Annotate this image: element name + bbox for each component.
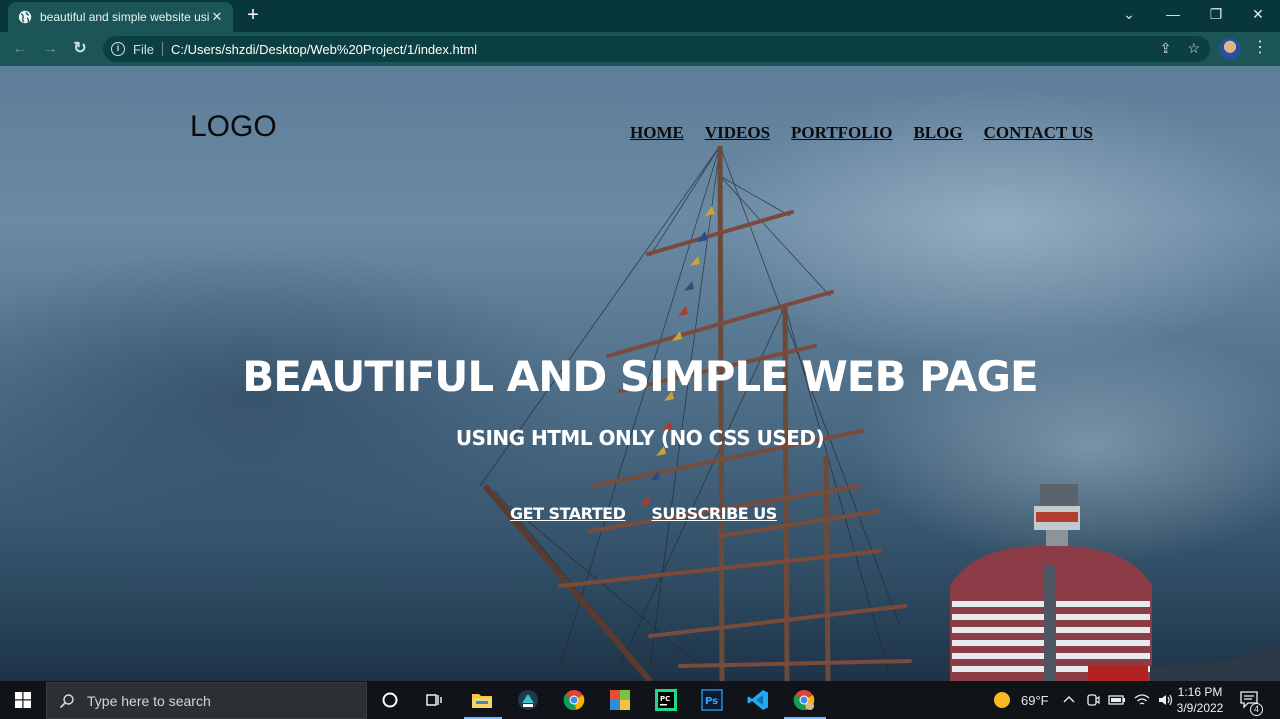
close-window-button[interactable]: ✕ <box>1236 0 1280 30</box>
sun-icon <box>994 692 1010 708</box>
photoshop-icon[interactable]: Ps <box>698 686 726 714</box>
search-placeholder: Type here to search <box>87 692 211 709</box>
taskbar-search-box[interactable]: Type here to search <box>46 682 367 719</box>
chrome-active-icon[interactable] <box>790 686 818 714</box>
tab-close-icon[interactable]: ✕ <box>209 9 225 25</box>
clock-time: 1:16 PM <box>1177 685 1223 699</box>
taskbar-clock[interactable]: 1:16 PM 3/9/2022 <box>1172 684 1228 716</box>
windows-logo-icon <box>14 692 31 708</box>
cortana-icon[interactable] <box>376 686 404 714</box>
hero-heading: BEAUTIFUL AND SIMPLE WEB PAGE <box>242 352 1038 401</box>
subscribe-link[interactable]: SUBSCRIBE US <box>651 504 777 523</box>
hero-subheading: USING HTML ONLY (NO CSS USED) <box>455 426 825 450</box>
chrome-icon[interactable] <box>560 686 588 714</box>
scheme-label: File <box>133 41 154 57</box>
globe-icon <box>18 10 32 24</box>
weather-widget[interactable]: 69°F <box>992 681 1049 719</box>
forward-button[interactable]: → <box>39 38 61 60</box>
nav-link-portfolio[interactable]: PORTFOLIO <box>791 123 892 143</box>
web-page: LOGO HOME VIDEOS PORTFOLIO BLOG CONTACT … <box>0 66 1280 681</box>
file-explorer-icon[interactable] <box>468 686 496 714</box>
minimize-button[interactable]: — <box>1151 0 1195 30</box>
reload-button[interactable]: ↻ <box>69 38 91 60</box>
share-icon[interactable]: ⇪ <box>1160 40 1172 57</box>
meet-now-icon[interactable] <box>1086 692 1100 708</box>
url-text[interactable]: C:/Users/shzdi/Desktop/Web%20Project/1/i… <box>171 42 477 57</box>
tray-icons <box>1062 681 1174 719</box>
store-icon[interactable] <box>514 686 542 714</box>
vscode-icon[interactable] <box>744 686 772 714</box>
search-icon <box>59 693 74 708</box>
pycharm-icon[interactable]: PC <box>652 686 680 714</box>
back-button[interactable]: ← <box>9 38 31 60</box>
new-tab-button[interactable]: + <box>242 5 264 27</box>
start-button[interactable] <box>0 681 45 719</box>
restore-button[interactable]: ❐ <box>1194 0 1238 30</box>
clock-date: 3/9/2022 <box>1176 701 1224 715</box>
notification-badge: 4 <box>1250 703 1263 716</box>
browser-tab-bar: beautiful and simple website usi ✕ + ⌄ —… <box>0 0 1280 32</box>
svg-text:Ps: Ps <box>705 696 718 707</box>
site-navigation: HOME VIDEOS PORTFOLIO BLOG CONTACT US <box>630 123 1093 143</box>
address-separator <box>161 42 163 56</box>
notification-center[interactable]: 4 <box>1240 681 1263 719</box>
weather-temperature: 69°F <box>1021 692 1049 708</box>
browser-toolbar: ← → ↻ i File C:/Users/shzdi/Desktop/Web%… <box>0 32 1280 66</box>
get-started-link[interactable]: GET STARTED <box>510 504 626 523</box>
profile-avatar[interactable] <box>1219 38 1241 60</box>
hero-actions: GET STARTED SUBSCRIBE US <box>510 504 777 523</box>
browser-menu-icon[interactable]: ⋮ <box>1252 39 1268 59</box>
wifi-icon[interactable] <box>1134 693 1150 707</box>
nav-link-videos[interactable]: VIDEOS <box>705 123 770 143</box>
tab-title: beautiful and simple website usi <box>40 10 209 24</box>
svg-text:PC: PC <box>660 695 670 703</box>
address-bar[interactable]: i File C:/Users/shzdi/Desktop/Web%20Proj… <box>103 36 1210 62</box>
site-info-icon[interactable]: i <box>111 42 125 56</box>
nav-link-home[interactable]: HOME <box>630 123 684 143</box>
bookmark-star-icon[interactable]: ☆ <box>1187 40 1200 57</box>
windows-taskbar: Type here to search PC Ps 69°F 1:16 PM 3… <box>0 681 1280 719</box>
nav-link-blog[interactable]: BLOG <box>913 123 962 143</box>
site-logo[interactable]: LOGO <box>190 110 277 144</box>
task-view-icon[interactable] <box>420 686 448 714</box>
nav-link-contact[interactable]: CONTACT US <box>984 123 1093 143</box>
app-icon[interactable] <box>606 686 634 714</box>
tab-search-dropdown-icon[interactable]: ⌄ <box>1107 0 1151 30</box>
chevron-up-icon[interactable] <box>1062 693 1076 707</box>
browser-tab[interactable]: beautiful and simple website usi ✕ <box>8 2 233 32</box>
battery-icon[interactable] <box>1108 693 1126 707</box>
